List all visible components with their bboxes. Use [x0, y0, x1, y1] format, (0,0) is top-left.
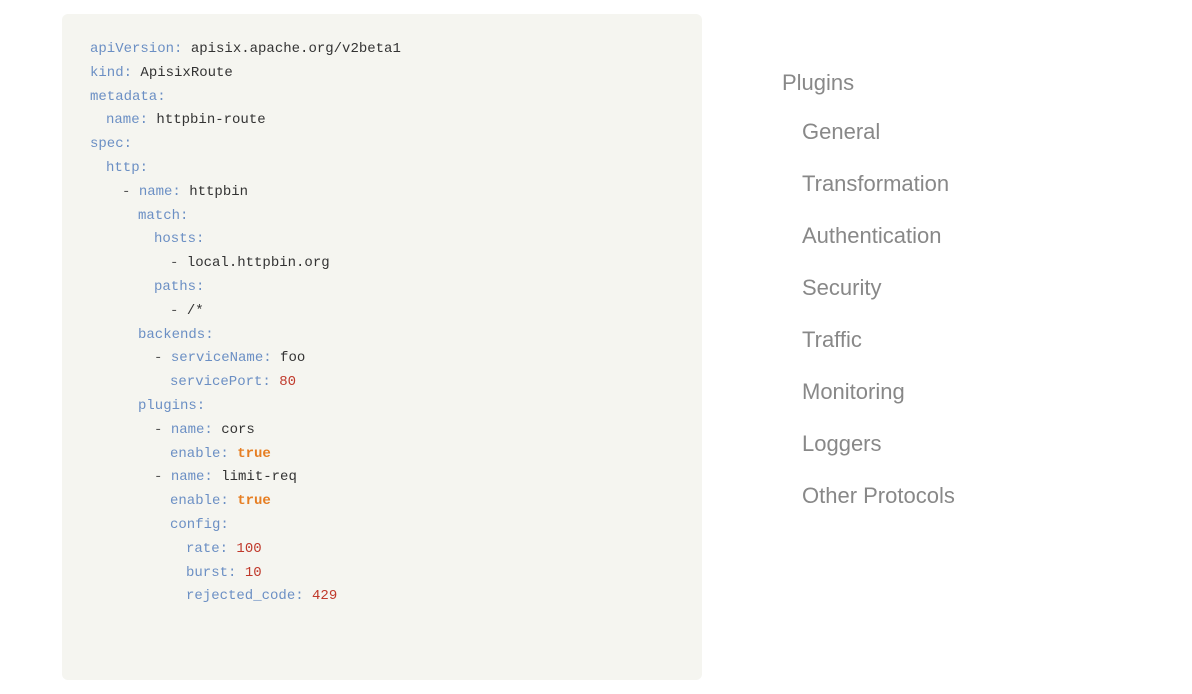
code-line: - local.httpbin.org: [170, 252, 674, 276]
code-token-key: name:: [106, 112, 148, 128]
code-line: http:: [106, 157, 674, 181]
nav-item-loggers[interactable]: Loggers: [782, 418, 1192, 470]
code-line: match:: [138, 205, 674, 229]
code-line: config:: [170, 514, 674, 538]
code-token-dash: -: [154, 350, 171, 366]
code-line: metadata:: [90, 86, 674, 110]
code-token-key: name:: [139, 184, 181, 200]
code-line: burst: 10: [186, 562, 674, 586]
code-token-value-str: ApisixRoute: [132, 65, 233, 81]
code-token-value-str: local.httpbin.org: [187, 255, 330, 271]
nav-item-security[interactable]: Security: [782, 262, 1192, 314]
right-nav-panel: Plugins GeneralTransformationAuthenticat…: [702, 0, 1192, 522]
nav-item-traffic[interactable]: Traffic: [782, 314, 1192, 366]
code-line: name: httpbin-route: [106, 109, 674, 133]
code-panel: apiVersion: apisix.apache.org/v2beta1kin…: [62, 14, 702, 680]
code-token-value-bool: true: [229, 446, 271, 462]
code-token-dash: -: [154, 469, 171, 485]
code-line: enable: true: [170, 490, 674, 514]
nav-item-general[interactable]: General: [782, 106, 1192, 158]
code-token-dash: -: [170, 255, 187, 271]
code-token-value-str: cors: [213, 422, 255, 438]
code-token-key: config:: [170, 517, 229, 533]
nav-item-authentication[interactable]: Authentication: [782, 210, 1192, 262]
code-token-value-str: httpbin: [181, 184, 248, 200]
code-line: kind: ApisixRoute: [90, 62, 674, 86]
code-token-value-str: limit-req: [213, 469, 297, 485]
code-token-value-num: 80: [271, 374, 296, 390]
nav-item-monitoring[interactable]: Monitoring: [782, 366, 1192, 418]
nav-section-plugins[interactable]: Plugins: [782, 60, 1192, 106]
code-line: backends:: [138, 324, 674, 348]
code-token-key: servicePort:: [170, 374, 271, 390]
code-token-key: serviceName:: [171, 350, 272, 366]
code-token-key: kind:: [90, 65, 132, 81]
code-token-value-str: apisix.apache.org/v2beta1: [182, 41, 400, 57]
code-line: plugins:: [138, 395, 674, 419]
nav-item-other-protocols[interactable]: Other Protocols: [782, 470, 1192, 522]
code-block: apiVersion: apisix.apache.org/v2beta1kin…: [90, 38, 674, 609]
code-token-value-num: 100: [228, 541, 262, 557]
code-line: hosts:: [154, 228, 674, 252]
code-token-key: rate:: [186, 541, 228, 557]
code-token-key: metadata:: [90, 89, 166, 105]
code-token-value-str: /*: [187, 303, 204, 319]
code-line: - serviceName: foo: [154, 347, 674, 371]
code-token-key: match:: [138, 208, 188, 224]
code-token-key: paths:: [154, 279, 204, 295]
code-line: spec:: [90, 133, 674, 157]
code-line: - name: httpbin: [122, 181, 674, 205]
code-token-dash: -: [122, 184, 139, 200]
code-token-key: backends:: [138, 327, 214, 343]
code-line: - /*: [170, 300, 674, 324]
code-token-key: hosts:: [154, 231, 204, 247]
code-token-key: spec:: [90, 136, 132, 152]
code-line: enable: true: [170, 443, 674, 467]
code-token-key: rejected_code:: [186, 588, 304, 604]
code-token-value-str: foo: [272, 350, 306, 366]
code-token-dash: -: [154, 422, 171, 438]
code-token-key: name:: [171, 469, 213, 485]
code-line: paths:: [154, 276, 674, 300]
nav-item-transformation[interactable]: Transformation: [782, 158, 1192, 210]
code-token-value-str: httpbin-route: [148, 112, 266, 128]
code-line: - name: limit-req: [154, 466, 674, 490]
code-token-value-bool: true: [229, 493, 271, 509]
code-line: apiVersion: apisix.apache.org/v2beta1: [90, 38, 674, 62]
code-token-key: enable:: [170, 446, 229, 462]
code-token-key: name:: [171, 422, 213, 438]
code-token-key: enable:: [170, 493, 229, 509]
code-line: rejected_code: 429: [186, 585, 674, 609]
code-token-value-num: 10: [236, 565, 261, 581]
code-line: - name: cors: [154, 419, 674, 443]
code-token-key: burst:: [186, 565, 236, 581]
code-token-key: plugins:: [138, 398, 205, 414]
code-token-dash: -: [170, 303, 187, 319]
code-line: rate: 100: [186, 538, 674, 562]
code-token-key: http:: [106, 160, 148, 176]
code-line: servicePort: 80: [170, 371, 674, 395]
code-token-value-num: 429: [304, 588, 338, 604]
code-token-key: apiVersion:: [90, 41, 182, 57]
